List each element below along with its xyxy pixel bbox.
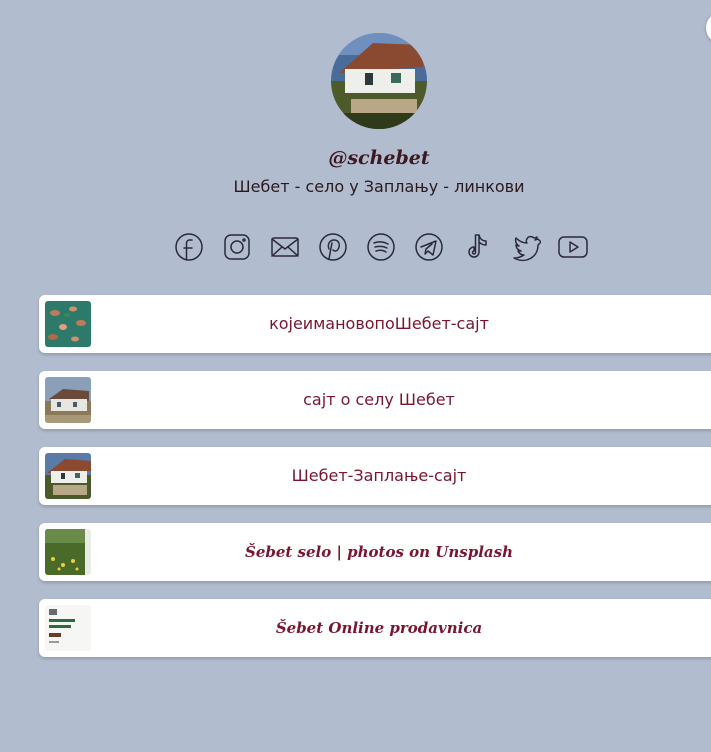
link-card[interactable]: Šebet Online prodavnica: [39, 599, 711, 657]
facebook-icon[interactable]: [171, 229, 207, 265]
profile-page: @schebet Шебет - село у Заплању - линков…: [0, 0, 711, 752]
link-label: Šebet selo | photos on Unsplash: [245, 543, 513, 561]
telegram-icon[interactable]: [411, 229, 447, 265]
link-card[interactable]: Šebet selo | photos on Unsplash: [39, 523, 711, 581]
link-label: Šebet Online prodavnica: [275, 619, 483, 637]
link-card[interactable]: сајт о селу Шебет: [39, 371, 711, 429]
link-card[interactable]: којеимановопоШебет-сајт: [39, 295, 711, 353]
link-card[interactable]: Шебет-Заплање-сајт: [39, 447, 711, 505]
link-label: Шебет-Заплање-сајт: [291, 466, 467, 485]
link-label: сајт о селу Шебет: [303, 390, 455, 409]
profile-handle: @schebet: [328, 147, 430, 169]
youtube-icon[interactable]: [555, 229, 591, 265]
avatar: [331, 33, 427, 129]
twitter-icon[interactable]: [507, 229, 543, 265]
instagram-icon[interactable]: [219, 229, 255, 265]
email-icon[interactable]: [267, 229, 303, 265]
tiktok-icon[interactable]: [459, 229, 495, 265]
profile-bio: Шебет - село у Заплању - линкови: [233, 177, 525, 196]
pinterest-icon[interactable]: [315, 229, 351, 265]
link-label: којеимановопоШебет-сајт: [269, 314, 489, 333]
share-button[interactable]: [706, 12, 711, 44]
spotify-icon[interactable]: [363, 229, 399, 265]
social-icons-row: [171, 229, 591, 265]
